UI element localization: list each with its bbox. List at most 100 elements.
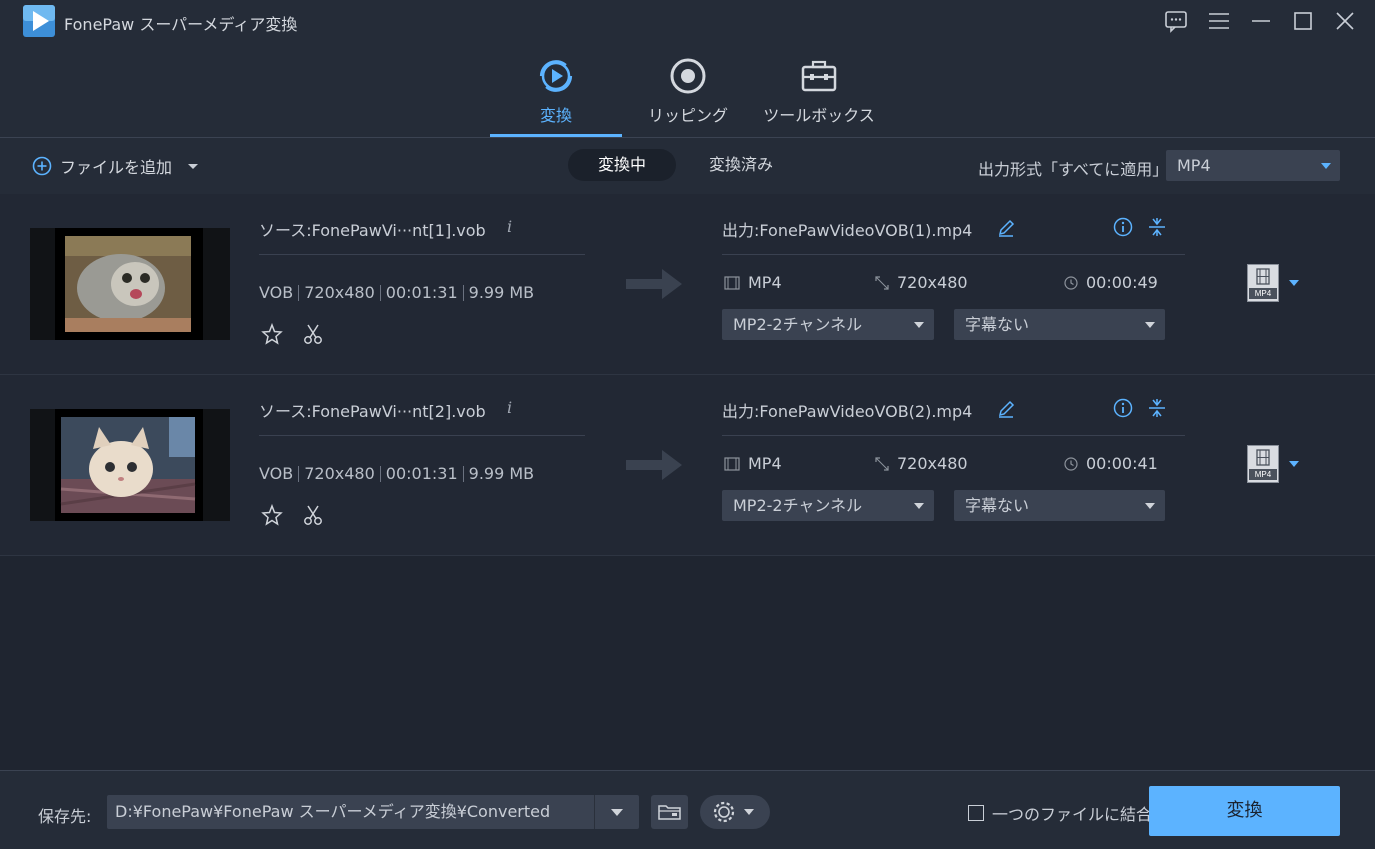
subtitle-value: 字幕ない bbox=[965, 315, 1030, 334]
audio-track-select[interactable]: MP2-2チャンネル bbox=[722, 490, 934, 521]
add-file-button[interactable]: ファイルを追加 bbox=[32, 154, 200, 178]
open-folder-button[interactable] bbox=[651, 795, 688, 829]
footer-bar: 保存先: D:¥FonePaw¥FonePaw スーパーメディア変換¥Conve… bbox=[0, 770, 1375, 849]
chevron-down-icon[interactable] bbox=[1289, 461, 1299, 467]
output-format-select[interactable]: MP4 bbox=[1166, 150, 1340, 181]
output-filename: 出力:FonePawVideoVOB(1).mp4 bbox=[722, 221, 973, 240]
compress-icon[interactable] bbox=[1147, 398, 1167, 418]
save-location-label: 保存先: bbox=[38, 807, 92, 826]
output-format-text: MP4 bbox=[748, 273, 782, 292]
source-format: VOB bbox=[259, 283, 294, 302]
format-badge-button[interactable]: MP4 bbox=[1247, 264, 1279, 302]
film-icon bbox=[724, 275, 740, 290]
arrow-right-icon bbox=[626, 269, 682, 299]
info-circle-icon[interactable] bbox=[1113, 217, 1133, 237]
save-path-dropdown[interactable] bbox=[594, 795, 639, 829]
output-filename: 出力:FonePawVideoVOB(2).mp4 bbox=[722, 402, 973, 421]
output-resolution: 720x480 bbox=[875, 454, 968, 473]
source-duration: 00:01:31 bbox=[385, 283, 458, 302]
output-format: MP4 bbox=[724, 454, 782, 473]
divider bbox=[259, 254, 585, 255]
title-bar: FonePaw スーパーメディア変換 bbox=[0, 0, 1375, 42]
tab-converting[interactable]: 変換中 bbox=[568, 149, 676, 181]
output-resolution: 720x480 bbox=[875, 273, 968, 292]
chevron-down-icon bbox=[914, 322, 924, 328]
magic-wand-icon[interactable] bbox=[261, 323, 283, 345]
merge-checkbox[interactable] bbox=[968, 805, 984, 821]
cat-thumbnail-image bbox=[55, 228, 203, 340]
convert-button[interactable]: 変換 bbox=[1149, 786, 1340, 836]
chevron-down-icon[interactable] bbox=[186, 159, 200, 173]
output-duration-text: 00:00:41 bbox=[1086, 454, 1158, 473]
subtitle-value: 字幕ない bbox=[965, 496, 1030, 515]
settings-button[interactable] bbox=[700, 795, 770, 829]
list-item: ソース:FonePawVi···nt[2].vob i VOB 720x480 … bbox=[0, 375, 1375, 556]
tab-toolbox[interactable]: ツールボックス bbox=[753, 42, 885, 137]
active-tab-indicator bbox=[490, 134, 622, 137]
clock-icon bbox=[1064, 456, 1078, 471]
info-icon[interactable]: i bbox=[507, 217, 512, 236]
source-size: 9.99 MB bbox=[468, 283, 535, 302]
output-format: MP4 bbox=[724, 273, 782, 292]
save-path-input[interactable]: D:¥FonePaw¥FonePaw スーパーメディア変換¥Converted bbox=[107, 795, 639, 829]
maximize-icon[interactable] bbox=[1290, 8, 1316, 34]
source-duration: 00:01:31 bbox=[385, 464, 458, 483]
source-format: VOB bbox=[259, 464, 294, 483]
chevron-down-icon bbox=[1145, 503, 1155, 509]
tab-convert[interactable]: 変換 bbox=[490, 42, 622, 137]
arrow-right-icon bbox=[626, 450, 682, 480]
film-icon bbox=[1256, 449, 1270, 466]
gear-icon bbox=[713, 801, 754, 823]
chevron-down-icon bbox=[1321, 163, 1331, 169]
source-filename: ソース:FonePawVi···nt[1].vob bbox=[259, 221, 486, 240]
video-thumbnail[interactable] bbox=[30, 409, 230, 521]
main-tabs: 変換 リッピング ツールボックス bbox=[0, 42, 1375, 138]
feedback-icon[interactable] bbox=[1163, 8, 1189, 34]
source-resolution: 720x480 bbox=[304, 464, 375, 483]
disc-icon bbox=[670, 58, 706, 94]
audio-track-value: MP2-2チャンネル bbox=[733, 496, 863, 515]
app-logo-icon bbox=[23, 5, 55, 37]
magic-wand-icon[interactable] bbox=[261, 504, 283, 526]
menu-icon[interactable] bbox=[1206, 8, 1232, 34]
format-badge-button[interactable]: MP4 bbox=[1247, 445, 1279, 483]
divider bbox=[259, 435, 585, 436]
output-format-text: MP4 bbox=[748, 454, 782, 473]
source-meta: VOB 720x480 00:01:31 9.99 MB bbox=[259, 464, 534, 483]
clock-icon bbox=[1064, 275, 1078, 290]
info-icon[interactable]: i bbox=[507, 398, 512, 417]
output-format-label: 出力形式「すべてに適用」: bbox=[978, 160, 1174, 179]
toolbox-icon bbox=[801, 60, 837, 92]
info-circle-icon[interactable] bbox=[1113, 398, 1133, 418]
scissors-icon[interactable] bbox=[302, 323, 324, 345]
chevron-down-icon[interactable] bbox=[1289, 280, 1299, 286]
source-filename: ソース:FonePawVi···nt[2].vob bbox=[259, 402, 486, 421]
tab-convert-label: 変換 bbox=[539, 106, 572, 125]
add-file-label: ファイルを追加 bbox=[60, 158, 173, 177]
output-duration: 00:00:41 bbox=[1064, 454, 1158, 473]
edit-pencil-icon[interactable] bbox=[996, 399, 1016, 419]
format-badge-label: MP4 bbox=[1249, 469, 1277, 480]
edit-pencil-icon[interactable] bbox=[996, 218, 1016, 238]
resize-icon bbox=[875, 275, 889, 290]
compress-icon[interactable] bbox=[1147, 217, 1167, 237]
minimize-icon[interactable] bbox=[1248, 8, 1274, 34]
file-list: ソース:FonePawVi···nt[1].vob i VOB 720x480 … bbox=[0, 194, 1375, 770]
convert-play-icon bbox=[539, 60, 573, 92]
subtitle-select[interactable]: 字幕ない bbox=[954, 490, 1165, 521]
subtitle-select[interactable]: 字幕ない bbox=[954, 309, 1165, 340]
video-thumbnail[interactable] bbox=[30, 228, 230, 340]
close-icon[interactable] bbox=[1332, 8, 1358, 34]
divider bbox=[722, 435, 1185, 436]
tab-ripping[interactable]: リッピング bbox=[622, 42, 754, 137]
output-resolution-text: 720x480 bbox=[897, 454, 968, 473]
output-format-value: MP4 bbox=[1177, 156, 1211, 175]
folder-icon bbox=[658, 805, 681, 820]
scissors-icon[interactable] bbox=[302, 504, 324, 526]
output-resolution-text: 720x480 bbox=[897, 273, 968, 292]
source-size: 9.99 MB bbox=[468, 464, 535, 483]
list-item: ソース:FonePawVi···nt[1].vob i VOB 720x480 … bbox=[0, 194, 1375, 375]
audio-track-select[interactable]: MP2-2チャンネル bbox=[722, 309, 934, 340]
merge-checkbox-row[interactable]: 一つのファイルに結合 bbox=[968, 801, 1152, 825]
tab-converted[interactable]: 変換済み bbox=[688, 149, 794, 181]
